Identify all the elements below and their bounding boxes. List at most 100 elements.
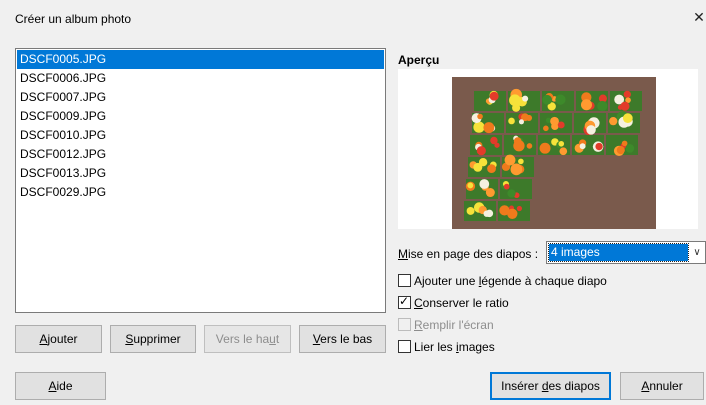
remove-button-label-post: upprimer	[133, 332, 181, 346]
move-up-button-mnemonic: u	[269, 332, 276, 346]
file-list-item[interactable]: DSCF0012.JPG	[17, 145, 384, 164]
keep-ratio-label-mnemonic: C	[414, 296, 423, 310]
preview-flower	[625, 144, 635, 153]
move-down-button-label-post: ers le bas	[320, 332, 373, 346]
keep-ratio-checkbox-row[interactable]: ✓ Conserver le ratio	[398, 294, 509, 313]
keep-ratio-label-post: onserver le ratio	[422, 296, 509, 310]
keep-ratio-checkbox-label: Conserver le ratio	[414, 296, 509, 310]
link-images-label-pre: Lier les	[414, 340, 457, 354]
caption-label-pre: Ajouter une	[414, 274, 479, 288]
preview-flower	[504, 154, 516, 166]
fill-screen-label-mnemonic: R	[414, 318, 423, 332]
fill-screen-checkbox-row[interactable]: Remplir l'écran	[398, 317, 494, 335]
preview-flower	[526, 143, 533, 149]
preview-image	[452, 77, 656, 229]
preview-flower	[466, 206, 475, 215]
preview-flower	[487, 164, 496, 173]
preview-flower	[522, 95, 529, 102]
insert-button-label-pre: Insérer	[501, 379, 542, 393]
image-file-list[interactable]: DSCF0005.JPG DSCF0006.JPG DSCF0007.JPG D…	[15, 48, 386, 313]
preview-flower	[490, 136, 498, 145]
preview-flower	[473, 121, 485, 133]
move-down-button[interactable]: Vers le bas	[299, 325, 386, 353]
help-button[interactable]: Aide	[15, 372, 106, 400]
preview-flower	[512, 103, 521, 112]
file-list-item[interactable]: DSCF0009.JPG	[17, 107, 384, 126]
preview-flower	[609, 117, 618, 126]
preview-flower	[483, 210, 490, 217]
preview-flower	[507, 208, 518, 219]
preview-flower	[597, 100, 608, 112]
preview-flower	[507, 189, 516, 198]
preview-label: Aperçu	[398, 53, 440, 67]
move-up-button[interactable]: Vers le haut	[204, 325, 291, 353]
preview-flower	[510, 163, 523, 176]
link-images-checkbox[interactable]	[398, 340, 411, 353]
file-list-item[interactable]: DSCF0013.JPG	[17, 164, 384, 183]
preview-flower	[508, 117, 515, 125]
add-button-label-post: jouter	[47, 332, 78, 346]
file-list-item[interactable]: DSCF0010.JPG	[17, 126, 384, 145]
preview-flower	[539, 142, 551, 154]
chevron-down-icon[interactable]: ∨	[689, 242, 705, 263]
link-images-checkbox-row[interactable]: Lier les images	[398, 339, 495, 357]
preview-flower	[623, 90, 631, 98]
help-button-mnemonic: A	[48, 379, 57, 393]
add-button[interactable]: Ajouter	[15, 325, 102, 353]
slide-layout-select[interactable]: 4 images ∨	[546, 241, 706, 264]
help-button-label-post: ide	[56, 379, 73, 393]
preview-flower	[477, 113, 483, 120]
move-up-button-label-post: t	[275, 332, 280, 346]
caption-label-post: égende à chaque diapo	[481, 274, 607, 288]
preview-flower	[558, 140, 565, 147]
file-list-item[interactable]: DSCF0007.JPG	[17, 88, 384, 107]
insert-button-mnemonic: d	[541, 379, 549, 393]
preview-flower	[513, 137, 522, 145]
dialog-title: Créer un album photo	[15, 12, 132, 26]
preview-flower	[543, 125, 549, 132]
preview-flower	[467, 182, 474, 189]
move-up-button-label-pre: Vers le ha	[215, 332, 270, 346]
file-list-item[interactable]: DSCF0006.JPG	[17, 69, 384, 88]
fill-screen-checkbox[interactable]	[398, 318, 411, 331]
fill-screen-label-post: emplir l'écran	[422, 318, 494, 332]
link-images-label-post: mages	[458, 340, 495, 354]
insert-button-label-post: es diapos	[548, 379, 600, 393]
preview-flower	[616, 146, 625, 155]
preview-flower	[476, 146, 486, 156]
preview-flower	[621, 140, 628, 147]
preview-flower	[518, 119, 525, 125]
preview-flower	[479, 179, 490, 189]
preview-flower	[555, 94, 566, 105]
close-icon[interactable]: ✕	[692, 8, 706, 26]
preview-flower	[489, 91, 499, 101]
preview-flower	[516, 205, 522, 212]
preview-flower	[473, 162, 483, 172]
slide-layout-value: 4 images	[548, 243, 689, 262]
cancel-button[interactable]: Annuler	[620, 372, 704, 400]
keep-ratio-checkbox[interactable]: ✓	[398, 294, 411, 309]
file-list-item[interactable]: DSCF0029.JPG	[17, 183, 384, 202]
preview-flower	[557, 121, 565, 129]
checkmark-icon: ✓	[399, 294, 410, 308]
remove-button[interactable]: Supprimer	[110, 325, 196, 353]
preview-flower	[620, 101, 630, 111]
caption-checkbox-row[interactable]: Ajouter une légende à chaque diapo	[398, 273, 607, 291]
slide-layout-label-mnemonic: M	[398, 247, 408, 261]
preview-flower	[483, 122, 495, 134]
preview-flower	[586, 125, 596, 135]
file-list-item[interactable]: DSCF0005.JPG	[17, 50, 384, 69]
preview-flower	[542, 94, 553, 105]
preview-flower	[518, 158, 524, 165]
preview-flower	[580, 99, 592, 111]
preview-flower	[559, 147, 568, 156]
link-images-checkbox-label: Lier les images	[414, 340, 495, 354]
slide-layout-label: Mise en page des diapos :	[398, 247, 538, 261]
caption-checkbox[interactable]	[398, 274, 411, 287]
insert-slides-button[interactable]: Insérer des diapos	[490, 372, 611, 400]
fill-screen-checkbox-label: Remplir l'écran	[414, 318, 494, 332]
preview-flower	[579, 143, 586, 150]
slide-layout-label-text: ise en page des diapos :	[408, 247, 539, 261]
cancel-button-label-post: nnuler	[649, 379, 683, 393]
preview-flower	[550, 116, 559, 126]
